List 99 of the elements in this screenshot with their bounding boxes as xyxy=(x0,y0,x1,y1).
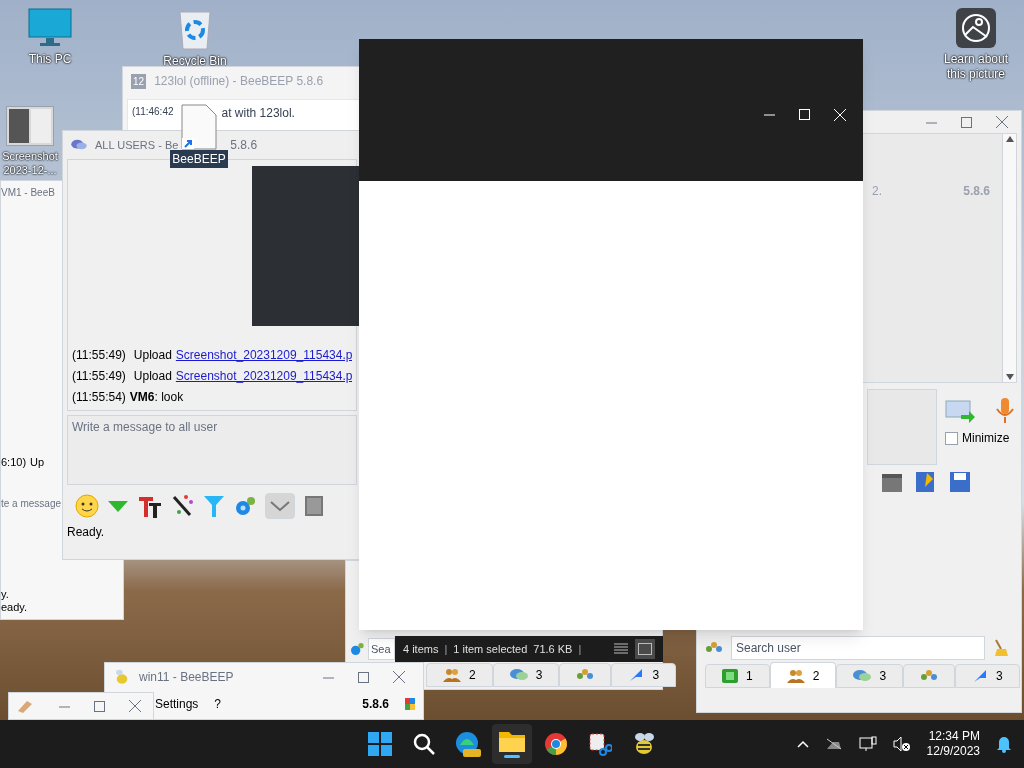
scissors-icon[interactable] xyxy=(588,732,612,756)
active-indicator xyxy=(504,755,520,758)
window-title: ALL USERS - Be xyxy=(95,137,179,153)
scrollbar[interactable] xyxy=(1002,134,1016,382)
file-link[interactable]: Screenshot_20231209_115434.p xyxy=(175,367,352,385)
item-count: 4 items xyxy=(403,641,439,657)
search-field[interactable]: Search user xyxy=(731,636,985,660)
fragment-text: 2. xyxy=(872,183,882,200)
chat-bubbles-icon xyxy=(509,668,528,682)
status-text: eady. xyxy=(1,601,29,615)
tab-count: 3 xyxy=(652,667,660,684)
pen-icon[interactable] xyxy=(171,494,195,518)
message-time: 6:10) xyxy=(1,455,27,470)
desktop-icon-label[interactable]: BeeBEEP xyxy=(170,150,228,168)
status-text: Ready. xyxy=(66,524,106,541)
chat-message: at with 123lol. xyxy=(221,105,295,122)
user-list-tab[interactable]: 3 xyxy=(836,664,904,688)
broom-icon[interactable] xyxy=(993,639,1009,657)
tab-count: 3 xyxy=(996,668,1003,685)
user-list-tab[interactable] xyxy=(903,664,956,688)
calendar-icon[interactable] xyxy=(881,471,903,493)
chevron-up-icon[interactable] xyxy=(796,740,809,748)
recycle-bin-icon xyxy=(178,8,212,50)
user-list-tab[interactable]: 2 xyxy=(769,662,837,688)
separator: | xyxy=(578,641,582,657)
folder-icon[interactable] xyxy=(499,730,525,752)
chat-bubbles-icon xyxy=(71,139,87,151)
window-title: 123lol (offline) - BeeBEEP 5.8.6 xyxy=(154,73,324,90)
tab-count: 2 xyxy=(812,667,820,685)
network-icon[interactable] xyxy=(858,736,877,752)
speaker-muted-icon[interactable] xyxy=(892,736,911,752)
tab-count: 1 xyxy=(746,668,753,685)
user-list-tab[interactable]: 3 xyxy=(492,663,560,687)
message-text: VM6: look xyxy=(129,389,184,406)
user-list-tab[interactable] xyxy=(559,663,612,687)
group-icon xyxy=(920,669,939,683)
clock-date[interactable]: 12/9/2023 xyxy=(926,744,980,759)
browser-icon[interactable] xyxy=(455,731,481,757)
group-icon xyxy=(705,641,723,655)
bee-icon[interactable] xyxy=(632,732,656,756)
taskbar-button[interactable] xyxy=(492,724,532,764)
message-time: (11:55:49) xyxy=(72,347,126,364)
group-icon xyxy=(576,668,595,682)
gears-icon[interactable] xyxy=(233,494,257,518)
tab-count: 3 xyxy=(535,667,543,684)
chrome-icon[interactable] xyxy=(544,732,568,756)
save-icon[interactable] xyxy=(915,471,937,493)
window-title: win11 - BeeBEEP xyxy=(139,669,234,686)
tab-count: 2 xyxy=(469,667,476,684)
message-input[interactable]: Write a message to all user xyxy=(67,415,357,485)
microphone-icon[interactable] xyxy=(995,397,1015,425)
separator: | xyxy=(444,641,448,657)
tab-count: 3 xyxy=(879,668,887,685)
message-time: (11:55:49) xyxy=(72,368,126,385)
selection-info: 1 item selected xyxy=(453,641,528,657)
version-label: 5.8.6 xyxy=(230,137,258,154)
check-icon xyxy=(270,500,290,512)
picture-icon xyxy=(956,8,996,48)
menu-item[interactable]: Settings xyxy=(155,695,199,713)
spellcheck-button[interactable] xyxy=(265,493,295,519)
message-time: (11:55:54) xyxy=(72,389,126,406)
minimize-checkbox[interactable] xyxy=(945,431,958,445)
user-list-tab[interactable]: 3 xyxy=(611,663,677,687)
version-label: 5.8.6 xyxy=(362,696,389,713)
cloud-off-icon[interactable] xyxy=(824,738,843,750)
bell-icon[interactable] xyxy=(996,735,1012,753)
font-icon[interactable] xyxy=(137,494,163,518)
window-title: VM1 - BeeB xyxy=(1,186,55,200)
unread-badge: 12 xyxy=(131,73,147,89)
tiles-view-button[interactable] xyxy=(635,639,655,659)
message-time: (11:46:42 xyxy=(132,105,174,119)
menu-item[interactable]: ? xyxy=(214,695,222,713)
user-list-tab[interactable]: 3 xyxy=(955,664,1020,688)
gears-icon xyxy=(348,641,366,657)
checkbox-label: Minimize xyxy=(962,430,1010,447)
windows-start-icon[interactable] xyxy=(368,732,392,756)
file-link[interactable]: Screenshot_20231209_115434.p xyxy=(175,346,352,364)
user-list-tab[interactable]: 1 xyxy=(705,664,770,688)
users-icon xyxy=(443,668,461,682)
message-input[interactable] xyxy=(867,389,937,465)
users-icon xyxy=(786,668,805,683)
message-text: Upload xyxy=(133,347,172,364)
smiley-icon[interactable] xyxy=(75,494,99,518)
search-icon[interactable] xyxy=(412,732,436,756)
scroll-up-icon[interactable] xyxy=(1005,136,1014,142)
clock-time[interactable]: 12:34 PM xyxy=(928,729,980,744)
message-text: Upload xyxy=(133,368,172,385)
status-text: y. xyxy=(1,587,10,602)
search-field[interactable]: Sea xyxy=(368,638,395,660)
scroll-down-icon[interactable] xyxy=(1005,374,1014,380)
screenshot-thumbnail xyxy=(6,106,54,146)
monitor-icon xyxy=(28,8,72,48)
message-text: Up xyxy=(30,455,45,470)
user-list-tab[interactable]: 2 xyxy=(426,663,493,687)
chip-icon xyxy=(722,669,738,683)
file-size: 71.6 KB xyxy=(533,641,573,657)
chat-bubbles-icon xyxy=(853,669,872,683)
version-label: 5.8.6 xyxy=(963,183,990,200)
puzzle-icon xyxy=(405,698,415,710)
